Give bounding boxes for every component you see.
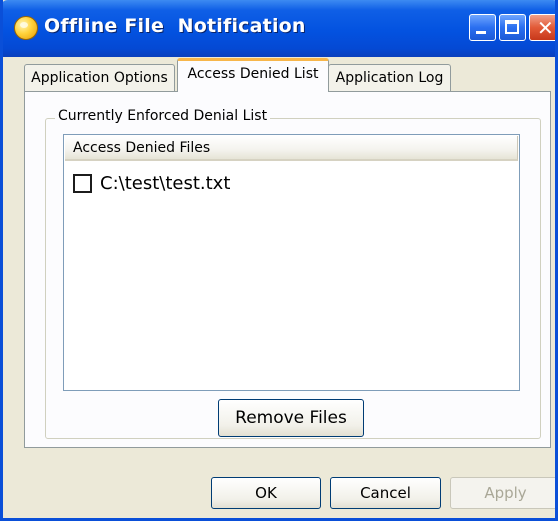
tab-application-options[interactable]: Application Options [24, 64, 175, 92]
minimize-icon [476, 31, 486, 34]
file-path: C:\test\test.txt [100, 173, 231, 194]
column-header-access-denied-files[interactable]: Access Denied Files [65, 136, 518, 161]
cancel-button[interactable]: Cancel [330, 477, 441, 509]
app-icon [14, 16, 38, 40]
tab-application-log[interactable]: Application Log [328, 64, 451, 92]
apply-button: Apply [450, 477, 555, 509]
dialog-window: Offline File Notification ✕ Application … [0, 0, 558, 521]
remove-files-button[interactable]: Remove Files [218, 399, 364, 437]
close-icon: ✕ [537, 16, 554, 40]
group-label: Currently Enforced Denial List [55, 108, 271, 124]
close-button[interactable]: ✕ [529, 14, 555, 41]
maximize-icon [505, 20, 519, 34]
maximize-button[interactable] [499, 14, 526, 41]
minimize-button[interactable] [469, 14, 496, 41]
title-bar[interactable]: Offline File Notification ✕ [3, 0, 555, 57]
tab-access-denied-list[interactable]: Access Denied List [177, 58, 329, 92]
window-title: Offline File Notification [44, 15, 306, 37]
ok-button[interactable]: OK [211, 477, 321, 509]
file-checkbox[interactable] [73, 174, 92, 193]
